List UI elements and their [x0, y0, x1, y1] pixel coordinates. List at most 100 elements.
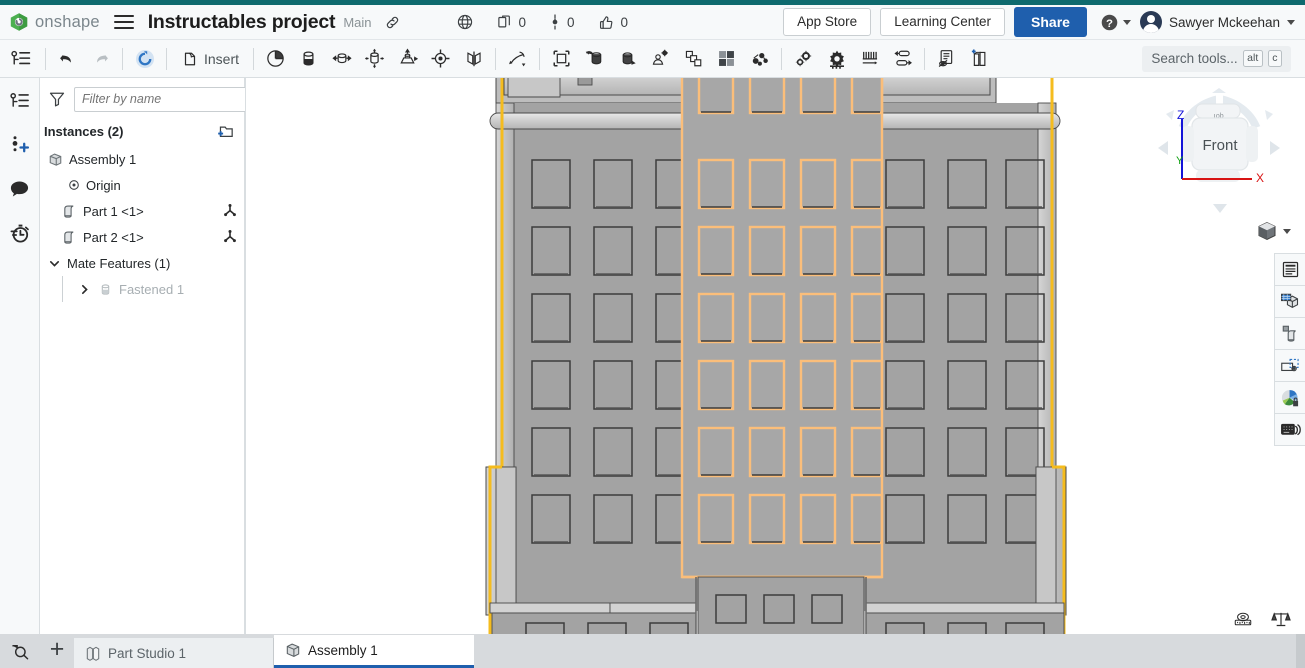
new-folder-icon[interactable] [217, 123, 236, 140]
axis-x-label: X [1256, 171, 1264, 185]
tree-label: Origin [86, 178, 121, 193]
onshape-logo-icon [9, 12, 29, 32]
tree-node-origin[interactable]: Origin [40, 172, 244, 198]
public-visibility[interactable] [445, 13, 485, 31]
measure-tool[interactable] [1233, 610, 1253, 628]
building-assembly-model[interactable] [246, 78, 1305, 634]
mass-properties-tool[interactable] [1271, 610, 1291, 628]
insert-button[interactable]: Insert [172, 44, 248, 74]
tool-explode[interactable] [743, 44, 776, 74]
tool-insert-panel[interactable] [963, 44, 996, 74]
view-mode-dropdown[interactable] [1256, 220, 1291, 242]
part-icon [62, 204, 77, 219]
hamburger-menu-icon[interactable] [114, 15, 134, 30]
axis-z-label: Z [1177, 108, 1184, 122]
link-icon[interactable] [384, 14, 401, 31]
view-cube[interactable]: Top Front Z X Y [1152, 86, 1287, 236]
panel-appearance[interactable] [1274, 381, 1305, 414]
chevron-down-icon[interactable] [48, 257, 61, 270]
tree-node-assembly[interactable]: Assembly 1 [40, 146, 244, 172]
search-tools-input[interactable]: Search tools... alt c [1142, 46, 1291, 72]
panel-filter-row [40, 78, 244, 120]
graphics-viewport[interactable]: Top Front Z X Y [246, 78, 1305, 634]
tool-rack-pinion[interactable] [853, 44, 886, 74]
tool-revolute-mate[interactable] [325, 44, 358, 74]
toolbar-separator [122, 48, 123, 70]
tool-cylindrical-mate[interactable] [424, 44, 457, 74]
mate-connector-icon[interactable] [222, 229, 238, 245]
tool-pattern[interactable] [710, 44, 743, 74]
likes-count[interactable]: 0 [586, 13, 640, 31]
help-menu[interactable]: ? [1100, 13, 1131, 32]
toolbar-separator [924, 48, 925, 70]
chevron-down-icon [1123, 20, 1131, 25]
brand-area[interactable]: onshape [0, 12, 100, 32]
tool-gear-relation[interactable] [787, 44, 820, 74]
tool-group[interactable] [611, 44, 644, 74]
search-shortcut-key: c [1268, 50, 1282, 66]
tool-linear-relation[interactable] [886, 44, 919, 74]
tree-node-mate-features[interactable]: Mate Features (1) [40, 250, 244, 276]
mate-connector-icon[interactable] [222, 203, 238, 219]
tool-tangent-mate[interactable] [578, 44, 611, 74]
toolbar-separator [253, 48, 254, 70]
share-button[interactable]: Share [1014, 7, 1087, 37]
help-question-icon: ? [1100, 13, 1119, 32]
panel-section-view[interactable] [1274, 349, 1305, 382]
tool-fastened-mate[interactable] [292, 44, 325, 74]
rail-history[interactable] [6, 219, 34, 247]
tool-parallel-mate[interactable] [545, 44, 578, 74]
filter-input[interactable] [74, 87, 253, 112]
toolbar-separator [495, 48, 496, 70]
regenerate-icon[interactable] [128, 44, 161, 74]
app-store-button[interactable]: App Store [783, 8, 871, 37]
undo-icon[interactable] [51, 44, 84, 74]
redo-icon[interactable] [84, 44, 117, 74]
panel-bill-of-materials[interactable] [1274, 253, 1305, 286]
tool-replicate[interactable] [677, 44, 710, 74]
insert-icon [181, 50, 199, 68]
funnel-icon[interactable] [48, 90, 66, 108]
document-title[interactable]: Instructables project [148, 11, 336, 34]
axis-y-label: Y [1176, 155, 1184, 167]
tool-pin-slot-mate[interactable] [457, 44, 490, 74]
toolbar-separator [781, 48, 782, 70]
tool-mate-connector-pie[interactable] [259, 44, 292, 74]
viewcube-front-label: Front [1202, 137, 1238, 154]
versions-count[interactable]: 0 [537, 13, 586, 31]
svg-text:?: ? [1106, 17, 1113, 29]
tab-bar-empty-space [474, 638, 1305, 668]
rail-feature-list[interactable] [6, 87, 34, 115]
document-branch[interactable]: Main [343, 15, 371, 30]
assembly-icon [285, 642, 301, 658]
tool-slider-mate[interactable] [358, 44, 391, 74]
assembly-list-icon[interactable] [0, 49, 40, 68]
tool-fasten-instance[interactable] [644, 44, 677, 74]
tree-label: Part 2 <1> [83, 230, 144, 245]
tab-assembly-1[interactable]: Assembly 1 [274, 635, 474, 668]
panel-display-states[interactable] [1274, 285, 1305, 318]
onshape-assembly-window: onshape Instructables project Main [0, 0, 1305, 668]
panel-instance-properties[interactable] [1274, 317, 1305, 350]
tree-node-part-2[interactable]: Part 2 <1> [40, 224, 244, 250]
add-tab-button[interactable]: + [40, 634, 74, 668]
learning-center-button[interactable]: Learning Center [880, 8, 1005, 37]
copies-count[interactable]: 0 [485, 13, 538, 31]
brand-name: onshape [35, 13, 100, 32]
rail-comments[interactable] [6, 175, 34, 203]
panel-shortcuts[interactable] [1274, 413, 1305, 446]
tree-node-fastened-1[interactable]: Fastened 1 [40, 276, 244, 302]
rail-versions[interactable] [6, 131, 34, 159]
tree-node-part-1[interactable]: Part 1 <1> [40, 198, 244, 224]
tab-bar-scrollbar[interactable] [1296, 634, 1305, 668]
tool-mate-relation[interactable] [820, 44, 853, 74]
graphics-bottom-tools [1233, 610, 1291, 628]
chevron-right-icon[interactable] [78, 283, 91, 296]
instances-header: Instances (2) [40, 120, 244, 142]
user-menu[interactable]: Sawyer Mckeehan [1140, 11, 1295, 33]
tool-ball-mate[interactable] [501, 44, 534, 74]
tab-part-studio-1[interactable]: Part Studio 1 [74, 638, 274, 668]
zoom-to-fit-icon[interactable] [0, 634, 40, 668]
tool-planar-mate[interactable] [391, 44, 424, 74]
tool-hide-show[interactable] [930, 44, 963, 74]
